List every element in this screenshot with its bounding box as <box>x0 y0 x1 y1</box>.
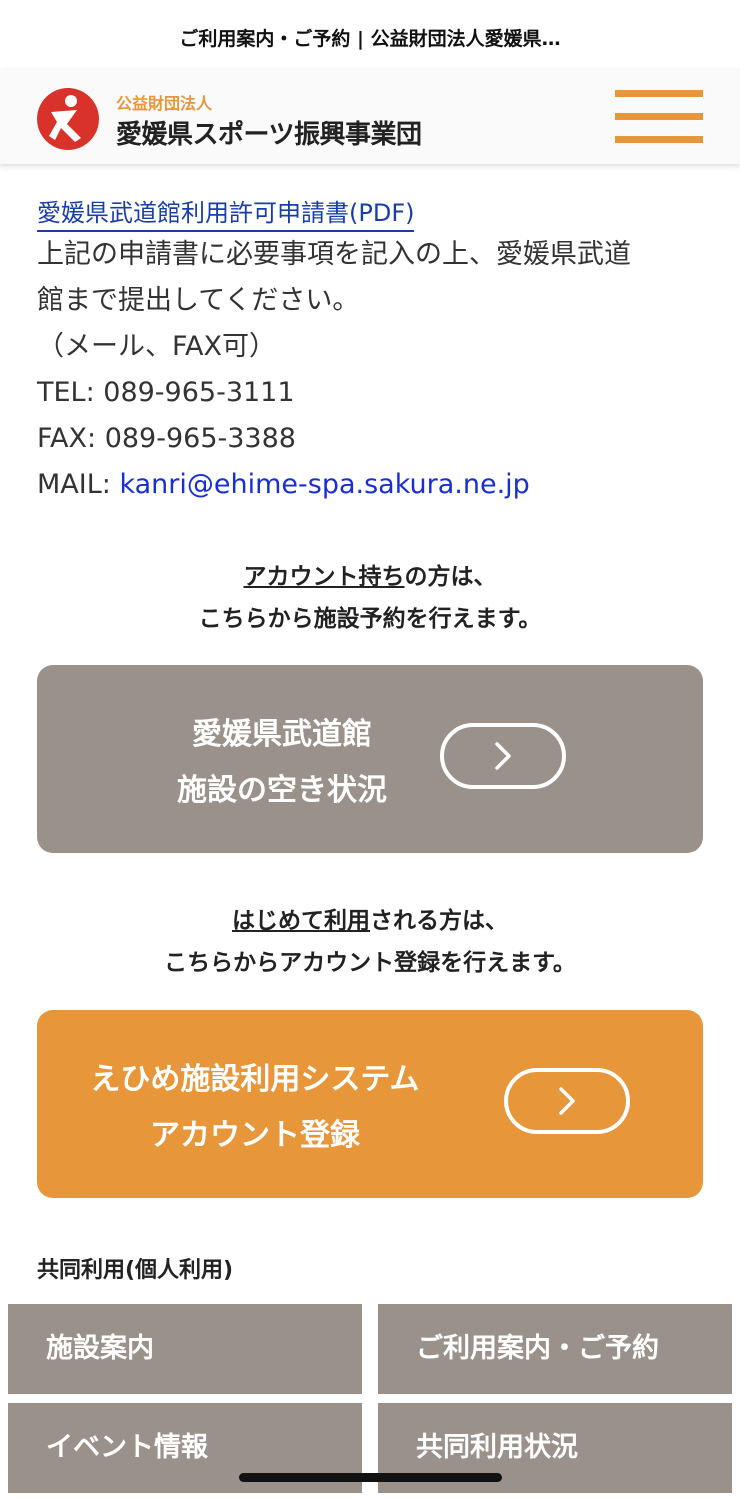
register-account-button[interactable]: えひめ施設利用システム アカウント登録 <box>37 1010 703 1198</box>
register-line1: えひめ施設利用システム <box>90 1062 420 1097</box>
account-holder-note: アカウント持ちの方は、 こちらから施設予約を行えます。 <box>0 556 740 640</box>
main-content: 愛媛県武道館利用許可申請書(PDF) 上記の申請書に必要事項を記入の上、愛媛県武… <box>37 196 703 508</box>
logo-title[interactable]: 愛媛県スポーツ振興事業団 <box>116 114 422 151</box>
menu-icon[interactable] <box>615 90 703 144</box>
instruction-line: 上記の申請書に必要事項を記入の上、愛媛県武道 <box>37 239 631 270</box>
register-line2: アカウント登録 <box>150 1118 360 1153</box>
nav-guide-reservation[interactable]: ご利用案内・ご予約 <box>378 1304 732 1394</box>
instruction-line: 館まで提出してください。 <box>37 285 360 316</box>
account-holder-rest: の方は、 <box>404 564 497 590</box>
application-pdf-link[interactable]: 愛媛県武道館利用許可申請書(PDF) <box>37 196 415 232</box>
site-header: 公益財団法人 愛媛県スポーツ振興事業団 <box>0 70 740 164</box>
first-time-underlined: はじめて利用 <box>232 908 370 934</box>
account-holder-underlined: アカウント持ち <box>243 564 405 590</box>
logo-subtitle: 公益財団法人 <box>116 94 213 113</box>
fax-line: FAX: 089-965-3388 <box>37 423 296 454</box>
tel-line: TEL: 089-965-3111 <box>37 377 295 408</box>
nav-facility[interactable]: 施設案内 <box>8 1304 362 1394</box>
first-time-rest: される方は、 <box>370 908 508 934</box>
first-time-line2: こちらからアカウント登録を行えます。 <box>164 950 576 976</box>
section-heading: 共同利用(個人利用) <box>37 1258 234 1283</box>
browser-title: ご利用案内・ご予約 | 公益財団法人愛媛県… <box>0 0 740 70</box>
mail-link[interactable]: kanri@ehime-spa.sakura.ne.jp <box>119 469 529 500</box>
chevron-right-icon <box>440 723 566 789</box>
bottom-nav: 施設案内 ご利用案内・ご予約 イベント情報 共同利用状況 <box>0 1300 740 1499</box>
instruction-line: （メール、FAX可） <box>37 331 277 362</box>
contact-info: 上記の申請書に必要事項を記入の上、愛媛県武道 館まで提出してください。 （メール… <box>37 232 703 508</box>
register-button-label: えひめ施設利用システム アカウント登録 <box>37 1052 473 1164</box>
home-indicator[interactable] <box>239 1473 502 1482</box>
chevron-right-icon <box>504 1068 630 1134</box>
logo-icon[interactable] <box>37 88 99 150</box>
availability-button[interactable]: 愛媛県武道館 施設の空き状況 <box>37 665 703 853</box>
first-time-note: はじめて利用される方は、 こちらからアカウント登録を行えます。 <box>0 900 740 984</box>
mail-label: MAIL: <box>37 469 120 500</box>
mail-line: MAIL: kanri@ehime-spa.sakura.ne.jp <box>37 462 703 508</box>
account-holder-line2: こちらから施設予約を行えます。 <box>198 606 542 632</box>
